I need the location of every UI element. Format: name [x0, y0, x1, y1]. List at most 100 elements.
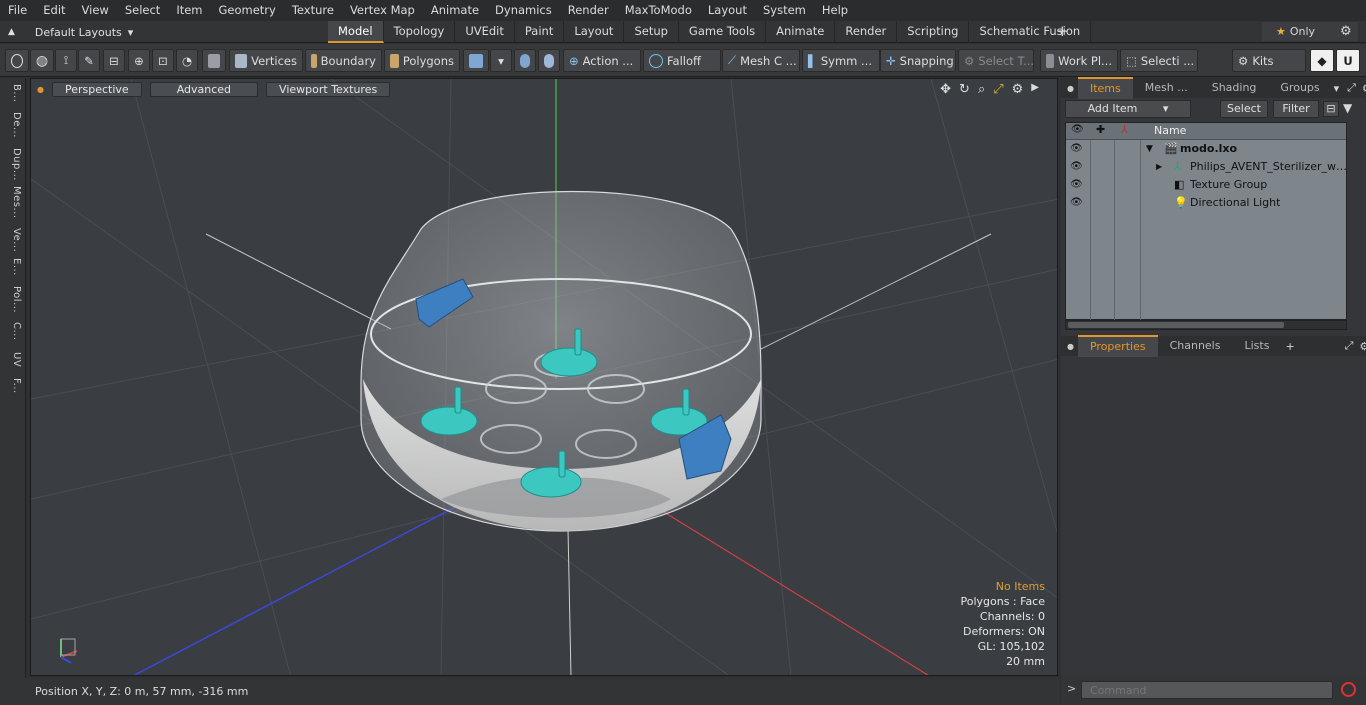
material-button[interactable]	[463, 49, 489, 72]
tree-row-texture-group[interactable]: 👁 ◧ Texture Group	[1066, 176, 1346, 194]
advanced-button[interactable]: Advanced	[149, 81, 259, 97]
item-mode-button[interactable]	[202, 49, 226, 72]
select-through-button[interactable]: ⚙ Select T...	[958, 49, 1034, 72]
zoom-icon[interactable]: ⌕	[978, 82, 985, 97]
tab-items[interactable]: Items	[1077, 77, 1133, 99]
brush-button[interactable]: ✎	[78, 49, 100, 72]
strip-tab-duplicate[interactable]: Dup...	[4, 148, 22, 181]
sym-shield-button[interactable]	[514, 49, 536, 72]
eye-icon[interactable]: 👁	[1070, 194, 1083, 212]
snapping-button[interactable]: ✛ Snapping	[880, 49, 956, 72]
collapse-icon[interactable]: ⊟	[1323, 101, 1339, 117]
tab-shading[interactable]: Shading	[1200, 78, 1269, 98]
kits-button[interactable]: ⚙ Kits	[1232, 49, 1306, 72]
select-circle-button[interactable]	[5, 49, 29, 72]
work-plane-button[interactable]: Work Pl...	[1040, 49, 1118, 72]
gear-icon[interactable]: ⚙	[1362, 82, 1366, 95]
chevron-down-icon[interactable]: ▼	[1146, 140, 1153, 158]
gear-icon[interactable]: ⚙	[1012, 82, 1024, 97]
tab-render[interactable]: Render	[835, 21, 898, 43]
tab-setup[interactable]: Setup	[624, 21, 679, 43]
default-layouts-dropdown[interactable]: ▲ Default Layouts ▾	[8, 21, 133, 43]
tab-mesh[interactable]: Mesh ...	[1133, 78, 1200, 98]
add-tab-icon[interactable]: +	[1056, 22, 1069, 40]
eye-icon[interactable]: 👁	[1070, 158, 1083, 176]
menu-system[interactable]: System	[755, 0, 814, 21]
falloff-button[interactable]: Falloff	[643, 49, 721, 72]
menu-render[interactable]: Render	[560, 0, 617, 21]
chevron-right-icon[interactable]: ▶	[1156, 158, 1162, 176]
strip-tab-uv[interactable]: UV	[4, 352, 22, 367]
command-input[interactable]	[1081, 681, 1333, 699]
tree-row-scene[interactable]: 👁 ▼ 🎬 modo.lxo	[1066, 140, 1346, 158]
eye-icon[interactable]: 👁	[1070, 140, 1083, 158]
menu-help[interactable]: Help	[814, 0, 856, 21]
tab-model[interactable]: Model	[328, 21, 384, 43]
chevron-down-icon[interactable]: ▾	[1334, 82, 1340, 95]
strip-tab-vertex[interactable]: Ve...	[4, 228, 22, 252]
rotate-icon[interactable]: ↻	[959, 82, 970, 97]
tab-properties[interactable]: Properties	[1077, 335, 1158, 357]
mesh-constraint-button[interactable]: ⟋ Mesh C ...	[722, 49, 800, 72]
menu-maxtomodo[interactable]: MaxToModo	[617, 0, 700, 21]
strip-tab-mesh[interactable]: Mes...	[4, 186, 22, 219]
eye-icon[interactable]: 👁	[1070, 176, 1083, 194]
frame-button[interactable]: ⊡	[152, 49, 174, 72]
action-button[interactable]: ⊕ Action ...	[563, 49, 641, 72]
strip-tab-fusion[interactable]: F...	[4, 378, 22, 394]
vertices-button[interactable]: Vertices	[229, 49, 303, 72]
pen-button[interactable]: ⟟	[55, 49, 77, 72]
tree-scrollbar[interactable]	[1065, 320, 1347, 330]
globe-button[interactable]: ◍	[30, 49, 54, 72]
strip-tab-deform[interactable]: De...	[4, 112, 22, 138]
gear-icon[interactable]: ⚙	[1359, 340, 1366, 353]
menu-vertex-map[interactable]: Vertex Map	[342, 0, 423, 21]
align-button[interactable]: ⊟	[103, 49, 125, 72]
tab-schematic-fusion[interactable]: Schematic Fusion	[969, 21, 1092, 43]
gear-icon[interactable]: ⚙	[1340, 24, 1352, 39]
play-icon[interactable]: ▶	[1031, 82, 1039, 97]
polygons-button[interactable]: Polygons	[384, 49, 460, 72]
tab-groups[interactable]: Groups	[1268, 78, 1331, 98]
add-tab-icon[interactable]: +	[1285, 340, 1294, 353]
menu-layout[interactable]: Layout	[700, 0, 755, 21]
strip-tab-edge[interactable]: E...	[4, 258, 22, 276]
record-icon[interactable]	[1341, 682, 1356, 697]
tab-lists[interactable]: Lists	[1232, 336, 1281, 356]
perspective-button[interactable]: Perspective	[51, 81, 142, 97]
strip-tab-basic[interactable]: B...	[4, 84, 22, 102]
tab-uvedit[interactable]: UVEdit	[455, 21, 515, 43]
expand-icon[interactable]: ⤢	[1347, 81, 1356, 95]
menu-select[interactable]: Select	[117, 0, 168, 21]
tab-channels[interactable]: Channels	[1158, 336, 1233, 356]
menu-file[interactable]: File	[0, 0, 35, 21]
menu-edit[interactable]: Edit	[35, 0, 73, 21]
strip-tab-polygon[interactable]: Pol...	[4, 286, 22, 313]
unreal-button[interactable]: U	[1336, 49, 1360, 72]
tree-row-directional-light[interactable]: 👁 💡 Directional Light	[1066, 194, 1346, 212]
material-dropdown[interactable]: ▾	[490, 49, 512, 72]
selection-sets-button[interactable]: ⬚ Selecti ...	[1120, 49, 1198, 72]
select-button[interactable]: Select	[1220, 100, 1268, 118]
menu-geometry[interactable]: Geometry	[211, 0, 284, 21]
menu-item[interactable]: Item	[168, 0, 210, 21]
menu-animate[interactable]: Animate	[423, 0, 487, 21]
tree-row-mesh[interactable]: 👁 ▶ ⅄ Philips_AVENT_Sterilizer_with ...	[1066, 158, 1348, 176]
tab-game-tools[interactable]: Game Tools	[679, 21, 767, 43]
tab-layout[interactable]: Layout	[564, 21, 625, 43]
3d-viewport[interactable]: ● Perspective Advanced Viewport Textures…	[30, 78, 1058, 676]
tab-paint[interactable]: Paint	[515, 21, 565, 43]
move-icon[interactable]: ✥	[940, 82, 951, 97]
viewport-textures-button[interactable]: Viewport Textures	[266, 81, 391, 97]
tab-topology[interactable]: Topology	[384, 21, 456, 43]
boundary-button[interactable]: Boundary	[305, 49, 382, 72]
clock-button[interactable]: ◔	[176, 49, 198, 72]
expand-icon[interactable]: ⤢	[1345, 339, 1354, 353]
symmetry-button[interactable]: ▌ Symm ...	[802, 49, 880, 72]
center-button[interactable]: ⊕	[128, 49, 150, 72]
menu-view[interactable]: View	[74, 0, 117, 21]
maximize-icon[interactable]: ⤢	[993, 82, 1003, 97]
sym-shield2-button[interactable]	[538, 49, 560, 72]
funnel-icon[interactable]: ▼	[1343, 101, 1352, 115]
menu-texture[interactable]: Texture	[284, 0, 342, 21]
